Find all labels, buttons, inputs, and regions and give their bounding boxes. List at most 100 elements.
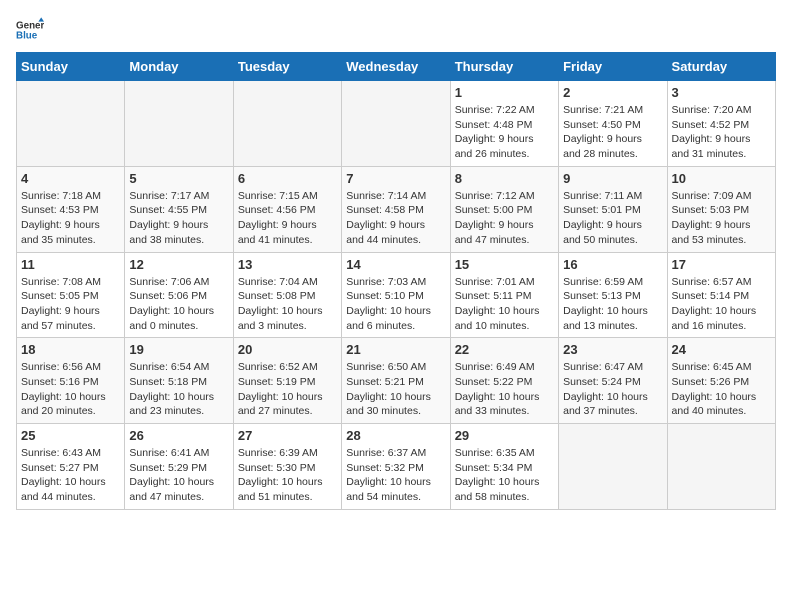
calendar-cell: 12 Sunrise: 7:06 AM Sunset: 5:06 PM Dayli… [125, 252, 233, 338]
day-number: 23 [563, 342, 662, 357]
day-number: 6 [238, 171, 337, 186]
day-detail: Sunrise: 7:12 AM Sunset: 5:00 PM Dayligh… [455, 189, 554, 248]
day-detail: Sunrise: 6:56 AM Sunset: 5:16 PM Dayligh… [21, 360, 120, 419]
header-friday: Friday [559, 53, 667, 81]
day-number: 5 [129, 171, 228, 186]
calendar-cell: 14 Sunrise: 7:03 AM Sunset: 5:10 PM Dayli… [342, 252, 450, 338]
calendar-cell: 15 Sunrise: 7:01 AM Sunset: 5:11 PM Dayli… [450, 252, 558, 338]
header-thursday: Thursday [450, 53, 558, 81]
day-detail: Sunrise: 7:17 AM Sunset: 4:55 PM Dayligh… [129, 189, 228, 248]
day-detail: Sunrise: 7:09 AM Sunset: 5:03 PM Dayligh… [672, 189, 771, 248]
day-detail: Sunrise: 6:47 AM Sunset: 5:24 PM Dayligh… [563, 360, 662, 419]
calendar-cell [667, 424, 775, 510]
day-number: 10 [672, 171, 771, 186]
header: General Blue [16, 16, 776, 44]
day-detail: Sunrise: 7:03 AM Sunset: 5:10 PM Dayligh… [346, 275, 445, 334]
day-number: 21 [346, 342, 445, 357]
day-number: 8 [455, 171, 554, 186]
calendar-cell: 5 Sunrise: 7:17 AM Sunset: 4:55 PM Daylig… [125, 166, 233, 252]
calendar-cell: 19 Sunrise: 6:54 AM Sunset: 5:18 PM Dayli… [125, 338, 233, 424]
calendar-cell: 26 Sunrise: 6:41 AM Sunset: 5:29 PM Dayli… [125, 424, 233, 510]
calendar-cell: 27 Sunrise: 6:39 AM Sunset: 5:30 PM Dayli… [233, 424, 341, 510]
calendar-cell: 3 Sunrise: 7:20 AM Sunset: 4:52 PM Daylig… [667, 81, 775, 167]
day-number: 14 [346, 257, 445, 272]
calendar-cell: 8 Sunrise: 7:12 AM Sunset: 5:00 PM Daylig… [450, 166, 558, 252]
day-number: 18 [21, 342, 120, 357]
day-number: 20 [238, 342, 337, 357]
day-detail: Sunrise: 7:04 AM Sunset: 5:08 PM Dayligh… [238, 275, 337, 334]
calendar-cell: 24 Sunrise: 6:45 AM Sunset: 5:26 PM Dayli… [667, 338, 775, 424]
logo: General Blue [16, 16, 48, 44]
calendar-cell: 9 Sunrise: 7:11 AM Sunset: 5:01 PM Daylig… [559, 166, 667, 252]
calendar-cell: 22Sunrise: 6:49 AM Sunset: 5:22 PM Dayli… [450, 338, 558, 424]
day-number: 29 [455, 428, 554, 443]
day-number: 12 [129, 257, 228, 272]
day-detail: Sunrise: 6:41 AM Sunset: 5:29 PM Dayligh… [129, 446, 228, 505]
day-number: 4 [21, 171, 120, 186]
day-number: 3 [672, 85, 771, 100]
day-detail: Sunrise: 6:50 AM Sunset: 5:21 PM Dayligh… [346, 360, 445, 419]
day-number: 7 [346, 171, 445, 186]
day-number: 27 [238, 428, 337, 443]
calendar-week-1: 1 Sunrise: 7:22 AM Sunset: 4:48 PM Daylig… [17, 81, 776, 167]
day-detail: Sunrise: 7:06 AM Sunset: 5:06 PM Dayligh… [129, 275, 228, 334]
calendar-table: SundayMondayTuesdayWednesdayThursdayFrid… [16, 52, 776, 510]
day-detail: Sunrise: 7:15 AM Sunset: 4:56 PM Dayligh… [238, 189, 337, 248]
header-monday: Monday [125, 53, 233, 81]
day-detail: Sunrise: 6:43 AM Sunset: 5:27 PM Dayligh… [21, 446, 120, 505]
header-saturday: Saturday [667, 53, 775, 81]
header-tuesday: Tuesday [233, 53, 341, 81]
calendar-cell: 21 Sunrise: 6:50 AM Sunset: 5:21 PM Dayli… [342, 338, 450, 424]
calendar-cell [233, 81, 341, 167]
calendar-cell [559, 424, 667, 510]
day-number: 15 [455, 257, 554, 272]
calendar-cell: 29 Sunrise: 6:35 AM Sunset: 5:34 PM Dayli… [450, 424, 558, 510]
day-detail: Sunrise: 7:11 AM Sunset: 5:01 PM Dayligh… [563, 189, 662, 248]
day-detail: Sunrise: 7:08 AM Sunset: 5:05 PM Dayligh… [21, 275, 120, 334]
calendar-cell: 11 Sunrise: 7:08 AM Sunset: 5:05 PM Dayli… [17, 252, 125, 338]
day-number: 24 [672, 342, 771, 357]
day-detail: Sunrise: 7:22 AM Sunset: 4:48 PM Dayligh… [455, 103, 554, 162]
day-detail: Sunrise: 6:57 AM Sunset: 5:14 PM Dayligh… [672, 275, 771, 334]
day-number: 1 [455, 85, 554, 100]
svg-text:Blue: Blue [16, 30, 38, 41]
calendar-cell: 6 Sunrise: 7:15 AM Sunset: 4:56 PM Daylig… [233, 166, 341, 252]
day-number: 11 [21, 257, 120, 272]
day-detail: Sunrise: 6:45 AM Sunset: 5:26 PM Dayligh… [672, 360, 771, 419]
day-detail: Sunrise: 6:35 AM Sunset: 5:34 PM Dayligh… [455, 446, 554, 505]
day-number: 26 [129, 428, 228, 443]
header-sunday: Sunday [17, 53, 125, 81]
day-detail: Sunrise: 6:59 AM Sunset: 5:13 PM Dayligh… [563, 275, 662, 334]
day-number: 2 [563, 85, 662, 100]
calendar-cell [17, 81, 125, 167]
day-number: 17 [672, 257, 771, 272]
logo-icon: General Blue [16, 16, 44, 44]
calendar-cell: 25 Sunrise: 6:43 AM Sunset: 5:27 PM Dayli… [17, 424, 125, 510]
calendar-week-3: 11 Sunrise: 7:08 AM Sunset: 5:05 PM Dayli… [17, 252, 776, 338]
day-detail: Sunrise: 6:39 AM Sunset: 5:30 PM Dayligh… [238, 446, 337, 505]
calendar-cell: 28Sunrise: 6:37 AM Sunset: 5:32 PM Dayli… [342, 424, 450, 510]
calendar-cell: 7 Sunrise: 7:14 AM Sunset: 4:58 PM Daylig… [342, 166, 450, 252]
day-detail: Sunrise: 6:52 AM Sunset: 5:19 PM Dayligh… [238, 360, 337, 419]
day-detail: Sunrise: 6:54 AM Sunset: 5:18 PM Dayligh… [129, 360, 228, 419]
day-number: 9 [563, 171, 662, 186]
day-number: 16 [563, 257, 662, 272]
day-detail: Sunrise: 7:01 AM Sunset: 5:11 PM Dayligh… [455, 275, 554, 334]
calendar-cell: 1 Sunrise: 7:22 AM Sunset: 4:48 PM Daylig… [450, 81, 558, 167]
day-detail: Sunrise: 7:20 AM Sunset: 4:52 PM Dayligh… [672, 103, 771, 162]
day-number: 25 [21, 428, 120, 443]
calendar-cell: 17 Sunrise: 6:57 AM Sunset: 5:14 PM Dayli… [667, 252, 775, 338]
day-number: 22 [455, 342, 554, 357]
day-number: 19 [129, 342, 228, 357]
day-number: 28 [346, 428, 445, 443]
calendar-cell: 4 Sunrise: 7:18 AM Sunset: 4:53 PM Daylig… [17, 166, 125, 252]
header-wednesday: Wednesday [342, 53, 450, 81]
calendar-week-5: 25 Sunrise: 6:43 AM Sunset: 5:27 PM Dayli… [17, 424, 776, 510]
calendar-cell: 2Sunrise: 7:21 AM Sunset: 4:50 PM Daylig… [559, 81, 667, 167]
calendar-week-4: 18 Sunrise: 6:56 AM Sunset: 5:16 PM Dayli… [17, 338, 776, 424]
day-detail: Sunrise: 7:14 AM Sunset: 4:58 PM Dayligh… [346, 189, 445, 248]
day-detail: Sunrise: 7:18 AM Sunset: 4:53 PM Dayligh… [21, 189, 120, 248]
day-number: 13 [238, 257, 337, 272]
calendar-cell: 23 Sunrise: 6:47 AM Sunset: 5:24 PM Dayli… [559, 338, 667, 424]
calendar-cell [342, 81, 450, 167]
